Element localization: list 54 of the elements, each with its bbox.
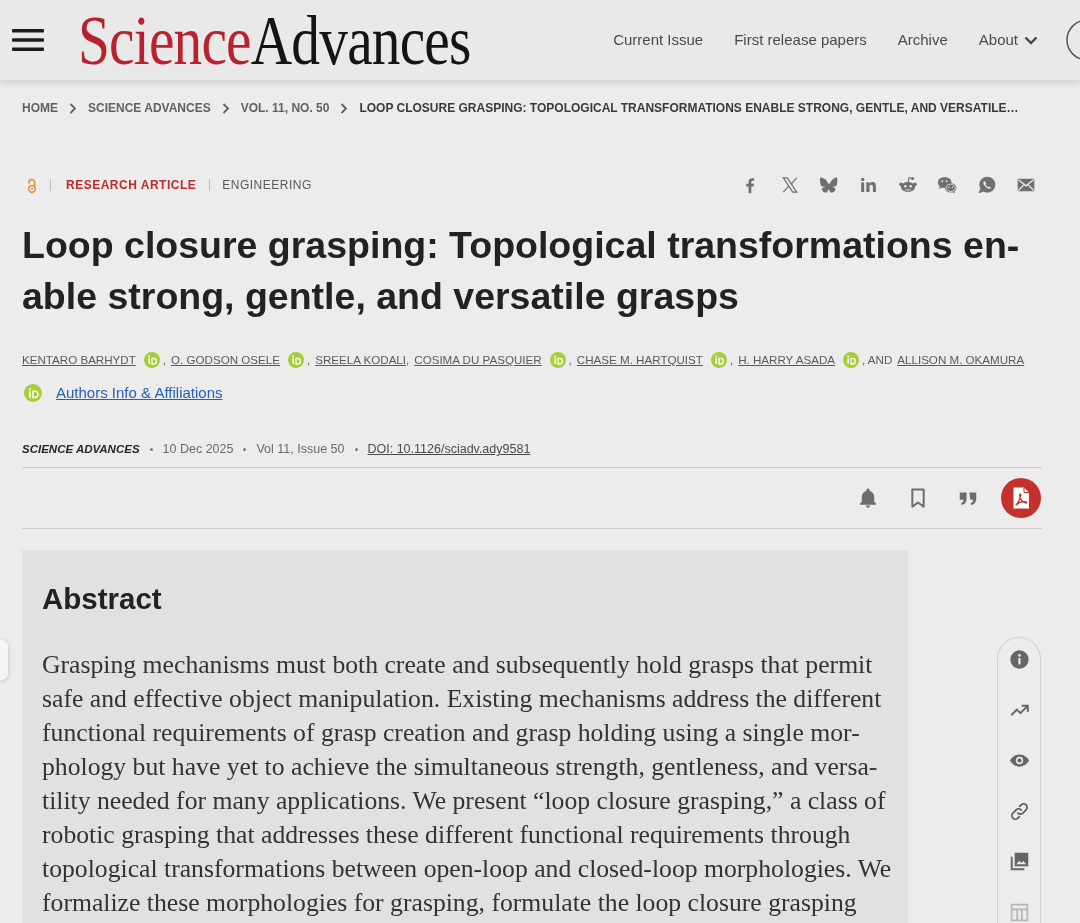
menu-icon[interactable]: [12, 28, 44, 52]
author-separator: , AND: [862, 352, 893, 368]
abstract-text: Grasping mechanisms must both create and subsequently hold grasps that permit safe and effective object manipulation. Existing mechanisms address the different functional requirements of grasp creation and grasp holding using a single mor-phology but have yet to achieve the simultaneous strength, gentleness, and versa-tility needed for many applications. We present “loop closure grasping,” a class of robotic grasping that addresses these different functional requirements through topological transformations between open-loop and closed-loop morphologies. We formalize these morphologies for grasping, formulate the loop closure grasping: [42, 649, 893, 919]
journal-name: SCIENCE ADVANCES: [22, 442, 140, 457]
authors-info-link[interactable]: Authors Info & Affiliations: [56, 383, 223, 403]
article-type-label: RESEARCH ARTICLE: [66, 177, 197, 193]
nav-link[interactable]: About: [978, 28, 1038, 52]
nav-link[interactable]: First release papers: [734, 28, 867, 52]
author-separator: ,: [729, 352, 734, 368]
site-logo[interactable]: ScienceAdvances: [78, 6, 471, 76]
chevron-down-icon: [1024, 35, 1038, 45]
link-icon[interactable]: [1008, 800, 1030, 822]
chevron-right-icon: [221, 102, 230, 114]
breadcrumb-link[interactable]: VOL. 11, NO. 50: [240, 100, 330, 116]
author-separator: ,: [162, 352, 167, 368]
chevron-right-icon: [69, 102, 77, 114]
author-separator: ,: [568, 352, 572, 368]
id-icon: [24, 384, 42, 402]
info-icon[interactable]: [1008, 649, 1030, 670]
breadcrumb-link[interactable]: HOME: [22, 100, 58, 116]
author-link[interactable]: SREELA KODALI: [315, 350, 407, 370]
nav-link[interactable]: Current Issue: [613, 28, 704, 52]
image-gallery-icon[interactable]: [1008, 851, 1030, 872]
separator-dot-icon: [149, 447, 153, 451]
phone-bubble-icon[interactable]: [976, 175, 997, 195]
article-title: Loop closure grasping: Topological transformations en-able strong, gentle, and versatile grasps: [22, 222, 1021, 319]
author-link[interactable]: CHASE M. HARTQUIST: [576, 350, 703, 370]
circle-outline-icon[interactable]: [1066, 19, 1080, 61]
issue-label: Vol 11, Issue 50: [256, 441, 345, 457]
author-separator: ,: [406, 352, 410, 368]
x-logo-icon[interactable]: [779, 175, 800, 195]
pdf-icon[interactable]: [1001, 478, 1041, 518]
reddit-icon[interactable]: [897, 175, 918, 195]
separator-dot-icon: [354, 447, 358, 451]
author-separator: ,: [306, 352, 311, 368]
author-link[interactable]: COSIMA DU PASQUIER: [414, 350, 542, 370]
separator-dot-icon: [243, 447, 247, 451]
linkedin-icon[interactable]: [858, 175, 879, 195]
author-link[interactable]: O. GODSON OSELE: [171, 350, 280, 370]
nav-link[interactable]: Archive: [897, 28, 948, 52]
abstract-heading: Abstract: [42, 582, 162, 616]
open-lock-icon: [27, 177, 37, 193]
author-link[interactable]: KENTARO BARHYDT: [22, 350, 136, 370]
butterfly-icon[interactable]: [819, 175, 840, 195]
publication-date: 10 Dec 2025: [162, 441, 234, 457]
subject-label: ENGINEERING: [222, 177, 312, 193]
chevron-right-icon: [340, 102, 349, 114]
author-link[interactable]: ALLISON M. OKAMURA: [897, 350, 1025, 370]
chat-bubbles-icon[interactable]: [937, 175, 958, 195]
doi-link[interactable]: DOI: 10.1126/sciadv.ady9581: [367, 441, 531, 457]
breadcrumb-current: LOOP CLOSURE GRASPING: TOPOLOGICAL TRANSFORMATIONS ENABLE STRONG, GENTLE, AND VERSATILE…: [359, 100, 1019, 116]
bell-icon[interactable]: [857, 487, 879, 509]
author-link[interactable]: H. HARRY ASADA: [738, 350, 835, 370]
breadcrumb-link[interactable]: SCIENCE ADVANCES: [88, 100, 211, 116]
